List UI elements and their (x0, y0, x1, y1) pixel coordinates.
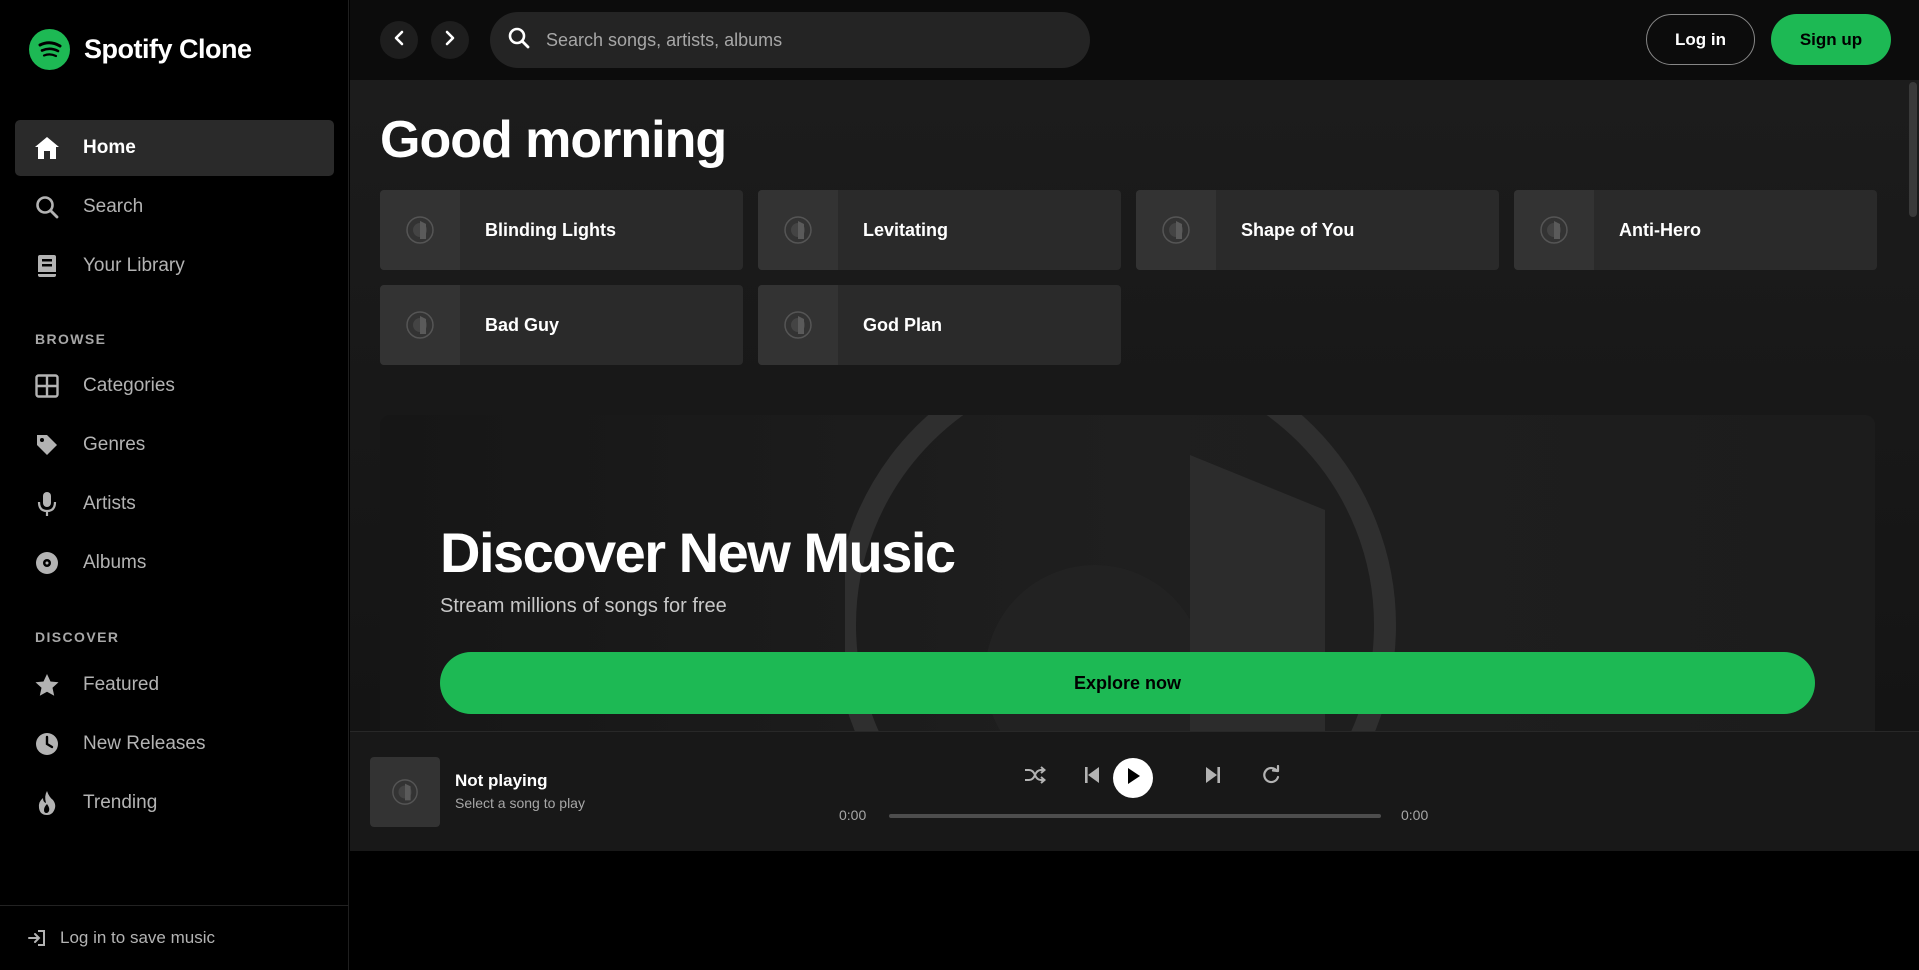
sidebar-item-label: Trending (83, 792, 158, 813)
library-icon (34, 253, 60, 279)
next-button[interactable] (1194, 758, 1232, 796)
sidebar-item-categories[interactable]: Categories (15, 358, 334, 414)
sidebar-item-label: Your Library (83, 255, 185, 276)
quick-pick-card[interactable]: Blinding Lights (380, 190, 743, 270)
primary-nav: Home Search Your Library (15, 120, 334, 297)
progress-bar[interactable] (889, 814, 1381, 818)
chevron-left-icon (392, 30, 406, 51)
clock-icon (34, 731, 60, 757)
quick-pick-title: Shape of You (1241, 219, 1355, 240)
chevron-right-icon (443, 30, 457, 51)
login-button[interactable]: Log in (1646, 14, 1755, 65)
skip-forward-icon (1205, 766, 1221, 789)
explore-now-button[interactable]: Explore now (440, 652, 1815, 714)
sign-in-icon (28, 929, 46, 947)
quick-pick-card[interactable]: Anti-Hero (1514, 190, 1877, 270)
sidebar-item-search[interactable]: Search (15, 179, 334, 235)
sidebar-item-featured[interactable]: Featured (15, 657, 334, 713)
album-placeholder-icon (1514, 190, 1594, 270)
browse-section-label: BROWSE (35, 331, 107, 347)
elapsed-time: 0:00 (839, 807, 867, 823)
home-icon (34, 135, 60, 161)
search-input[interactable] (546, 29, 1046, 51)
sidebar-item-label: Featured (83, 674, 160, 695)
sidebar-item-trending[interactable]: Trending (15, 775, 334, 831)
star-icon (34, 672, 60, 698)
quick-picks-grid: Blinding Lights Levitating Shape of You … (380, 190, 1877, 365)
quick-pick-card[interactable]: Bad Guy (380, 285, 743, 365)
empty-region (350, 851, 1919, 970)
sidebar-item-genres[interactable]: Genres (15, 417, 334, 473)
quick-pick-title: Levitating (863, 219, 949, 240)
discover-section-label: DISCOVER (35, 629, 120, 645)
brand-name: Spotify Clone (84, 34, 252, 64)
login-to-save-label: Log in to save music (60, 928, 215, 947)
album-placeholder-icon (380, 190, 460, 270)
quick-pick-title: Anti-Hero (1619, 219, 1701, 240)
sidebar-item-label: Categories (83, 375, 175, 396)
sidebar-item-label: Home (83, 137, 136, 158)
disc-icon (34, 550, 60, 576)
brand[interactable]: Spotify Clone (29, 29, 252, 70)
tag-icon (34, 432, 60, 458)
home-content[interactable]: Good morning Blinding Lights Levitating … (350, 80, 1919, 731)
shuffle-icon (1024, 765, 1047, 789)
microphone-icon (34, 491, 60, 517)
hero-subtitle: Stream millions of songs for free (440, 595, 727, 617)
forward-button[interactable] (431, 21, 469, 59)
spotify-logo-icon (29, 29, 70, 70)
search-bar[interactable] (490, 12, 1090, 68)
greeting-heading: Good morning (380, 111, 727, 169)
browse-nav: Categories Genres Artists Albums (15, 358, 334, 594)
repeat-button[interactable] (1252, 758, 1290, 796)
discover-hero-banner: Discover New Music Stream millions of so… (380, 415, 1875, 731)
sidebar-item-label: Search (83, 196, 144, 217)
sidebar-item-label: New Releases (83, 733, 206, 754)
back-button[interactable] (380, 21, 418, 59)
play-button[interactable] (1113, 758, 1153, 798)
sidebar-item-label: Genres (83, 434, 146, 455)
fire-icon (34, 790, 60, 816)
login-to-save-link[interactable]: Log in to save music (0, 905, 349, 970)
album-placeholder-icon (758, 285, 838, 365)
now-playing-subtitle: Select a song to play (455, 795, 585, 811)
quick-pick-title: God Plan (863, 314, 943, 335)
player-bar: Not playing Select a song to play 0:00 0… (350, 731, 1919, 851)
main-area: Log in Sign up Good morning Blinding Lig… (350, 0, 1919, 970)
sidebar-item-library[interactable]: Your Library (15, 238, 334, 294)
sidebar-item-home[interactable]: Home (15, 120, 334, 176)
quick-pick-card[interactable]: Shape of You (1136, 190, 1499, 270)
album-placeholder-icon (1136, 190, 1216, 270)
sidebar-item-label: Artists (83, 493, 136, 514)
search-icon (508, 27, 530, 54)
sidebar-item-artists[interactable]: Artists (15, 476, 334, 532)
repeat-icon (1261, 764, 1281, 790)
grid-icon (34, 373, 60, 399)
album-placeholder-icon (758, 190, 838, 270)
skip-back-icon (1084, 766, 1100, 789)
quick-pick-title: Blinding Lights (485, 219, 616, 240)
shuffle-button[interactable] (1016, 758, 1054, 796)
hero-title: Discover New Music (440, 521, 956, 584)
sidebar-item-new-releases[interactable]: New Releases (15, 716, 334, 772)
search-icon (34, 194, 60, 220)
quick-pick-card[interactable]: Levitating (758, 190, 1121, 270)
quick-pick-card[interactable]: God Plan (758, 285, 1121, 365)
duration-time: 0:00 (1401, 807, 1429, 823)
sidebar: Spotify Clone Home Search Your Library B… (0, 0, 349, 970)
quick-pick-title: Bad Guy (485, 314, 560, 335)
previous-button[interactable] (1073, 758, 1111, 796)
discover-nav: Featured New Releases Trending (15, 657, 334, 834)
scrollbar-thumb[interactable] (1909, 82, 1917, 217)
album-placeholder-icon (380, 285, 460, 365)
sidebar-item-albums[interactable]: Albums (15, 535, 334, 591)
topbar: Log in Sign up (350, 0, 1919, 80)
sidebar-item-label: Albums (83, 552, 147, 573)
now-playing-title: Not playing (455, 771, 548, 790)
play-icon (1125, 767, 1141, 790)
signup-button[interactable]: Sign up (1771, 14, 1891, 65)
now-playing-artwork-icon (370, 757, 440, 827)
